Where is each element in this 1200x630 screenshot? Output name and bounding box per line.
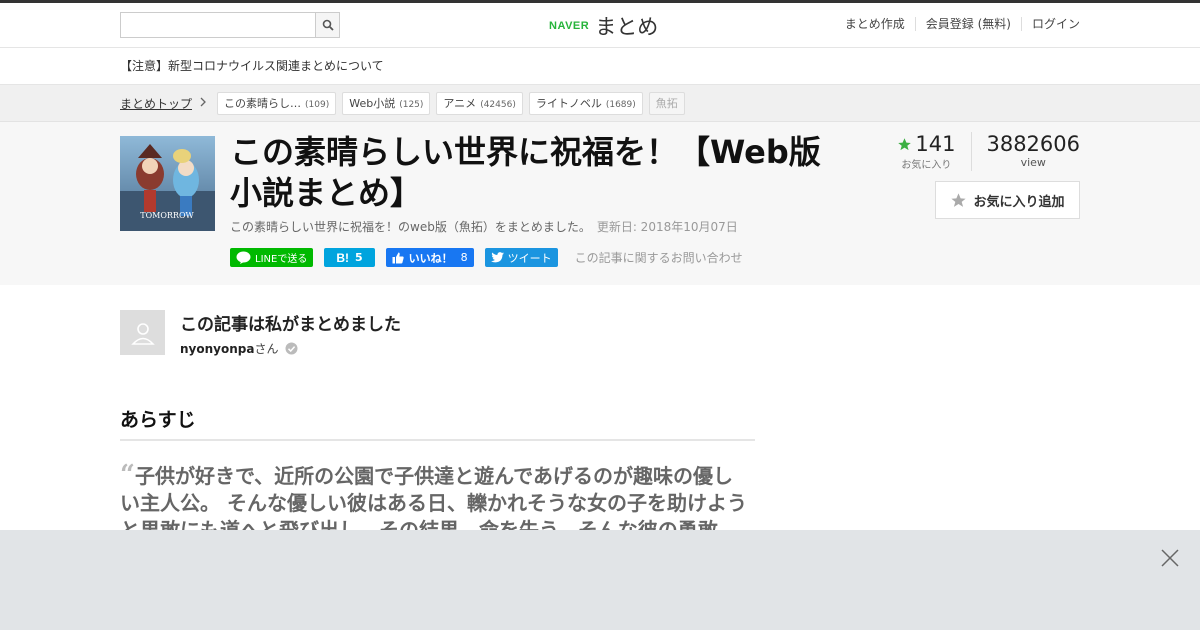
header-nav: まとめ作成 会員登録 (無料) ログイン [835, 17, 1080, 31]
facebook-like-button[interactable]: いいね！ 8 [385, 248, 474, 267]
tag-count: (125) [399, 99, 424, 110]
favorites-count: 141 [915, 132, 956, 156]
hatena-bookmark-button[interactable]: B! 5 [324, 248, 375, 267]
article-header: TOMORROW この素晴らしい世界に祝福を！【Web版小説まとめ】 この素晴ら… [0, 122, 1200, 285]
breadcrumb-home[interactable]: まとめトップ [120, 95, 192, 112]
tag-label: この素晴らし… [224, 96, 302, 110]
hatena-b-icon: B! [336, 250, 349, 265]
page-title: この素晴らしい世界に祝福を！【Web版小説まとめ】 [230, 133, 821, 212]
updated-date: 更新日: 2018年10月07日 [596, 220, 738, 234]
thumbs-up-icon [392, 252, 404, 263]
line-icon [236, 251, 251, 264]
tag-label: アニメ [443, 96, 477, 110]
description-text: この素晴らしい世界に祝福を！のweb版（魚拓）をまとめました。 [230, 220, 591, 234]
tag-web-novel[interactable]: Web小説 (125) [342, 91, 431, 115]
views-label: view [1020, 156, 1046, 169]
article-description: この素晴らしい世界に祝福を！のweb版（魚拓）をまとめました。 更新日: 2018… [230, 218, 738, 235]
search-input[interactable] [120, 12, 315, 38]
twitter-bird-icon [490, 252, 504, 263]
avatar[interactable] [120, 310, 165, 355]
section-heading: あらすじ [120, 405, 755, 441]
tag-anime[interactable]: アニメ (42456) [436, 91, 523, 115]
views-count: 3882606 [986, 132, 1080, 156]
author-name[interactable]: nyonyonpa [180, 342, 254, 356]
tag-konosuba[interactable]: この素晴らし… (109) [217, 91, 337, 115]
star-outline-icon [951, 192, 967, 207]
tag-count: (1689) [605, 99, 636, 110]
author-name-line: nyonyonpa さん [180, 340, 298, 357]
favorites-stat: 141 お気に入り [897, 132, 973, 171]
search-form [120, 12, 340, 38]
thumbnail-text: TOMORROW [140, 211, 194, 220]
tweet-label: ツイート [507, 251, 552, 265]
site-logo[interactable]: NAVER まとめ [549, 11, 658, 41]
share-buttons: LINEで送る B! 5 いいね！ 8 ツイート この記事に関するお問い合わせ [230, 248, 743, 267]
tag-count: (109) [305, 99, 330, 110]
quote-mark-icon: “ [120, 460, 135, 490]
tag-count: (42456) [480, 99, 516, 110]
author-heading: この記事は私がまとめました [180, 315, 401, 335]
breadcrumb: まとめトップ この素晴らし… (109) Web小説 (125) アニメ (42456… [0, 85, 1200, 122]
search-button[interactable] [315, 12, 340, 38]
line-share-button[interactable]: LINEで送る [230, 248, 314, 267]
star-icon [898, 137, 912, 150]
ad-overlay [0, 530, 1200, 630]
close-icon[interactable] [1160, 548, 1180, 568]
notice-link[interactable]: 【注意】新型コロナウイルス関連まとめについて [0, 48, 1200, 85]
user-silhouette-icon [130, 322, 155, 345]
article-stats: 141 お気に入り 3882606 view [897, 132, 1080, 171]
fb-like-label: いいね！ [408, 251, 453, 265]
logo-name: まとめ [595, 15, 659, 39]
inquiry-link[interactable]: この記事に関するお問い合わせ [575, 249, 743, 266]
tweet-button[interactable]: ツイート [484, 248, 558, 267]
hatena-count: 5 [355, 251, 363, 264]
verified-check-icon [285, 342, 298, 355]
logo-brand: NAVER [549, 20, 590, 32]
tag-light-novel[interactable]: ライトノベル (1689) [528, 91, 643, 115]
line-share-label: LINEで送る [255, 254, 308, 265]
tag-gyotaku[interactable]: 魚拓 [648, 91, 685, 115]
article-thumbnail: TOMORROW [120, 136, 215, 231]
author-suffix: さん [254, 342, 279, 356]
search-icon [322, 19, 334, 31]
tag-label: Web小説 [349, 96, 396, 110]
add-favorite-label: お気に入り追加 [973, 194, 1065, 210]
favorites-label: お気に入り [901, 160, 952, 171]
nav-register[interactable]: 会員登録 (無料) [914, 17, 1021, 31]
chevron-right-icon [200, 96, 207, 110]
nav-login[interactable]: ログイン [1020, 17, 1080, 31]
views-stat: 3882606 view [972, 132, 1080, 171]
site-header: NAVER まとめ まとめ作成 会員登録 (無料) ログイン [0, 3, 1200, 48]
tag-label: ライトノベル [535, 96, 602, 110]
fb-like-count: 8 [460, 251, 468, 264]
nav-create-matome[interactable]: まとめ作成 [835, 17, 915, 31]
add-favorite-button[interactable]: お気に入り追加 [935, 181, 1080, 219]
